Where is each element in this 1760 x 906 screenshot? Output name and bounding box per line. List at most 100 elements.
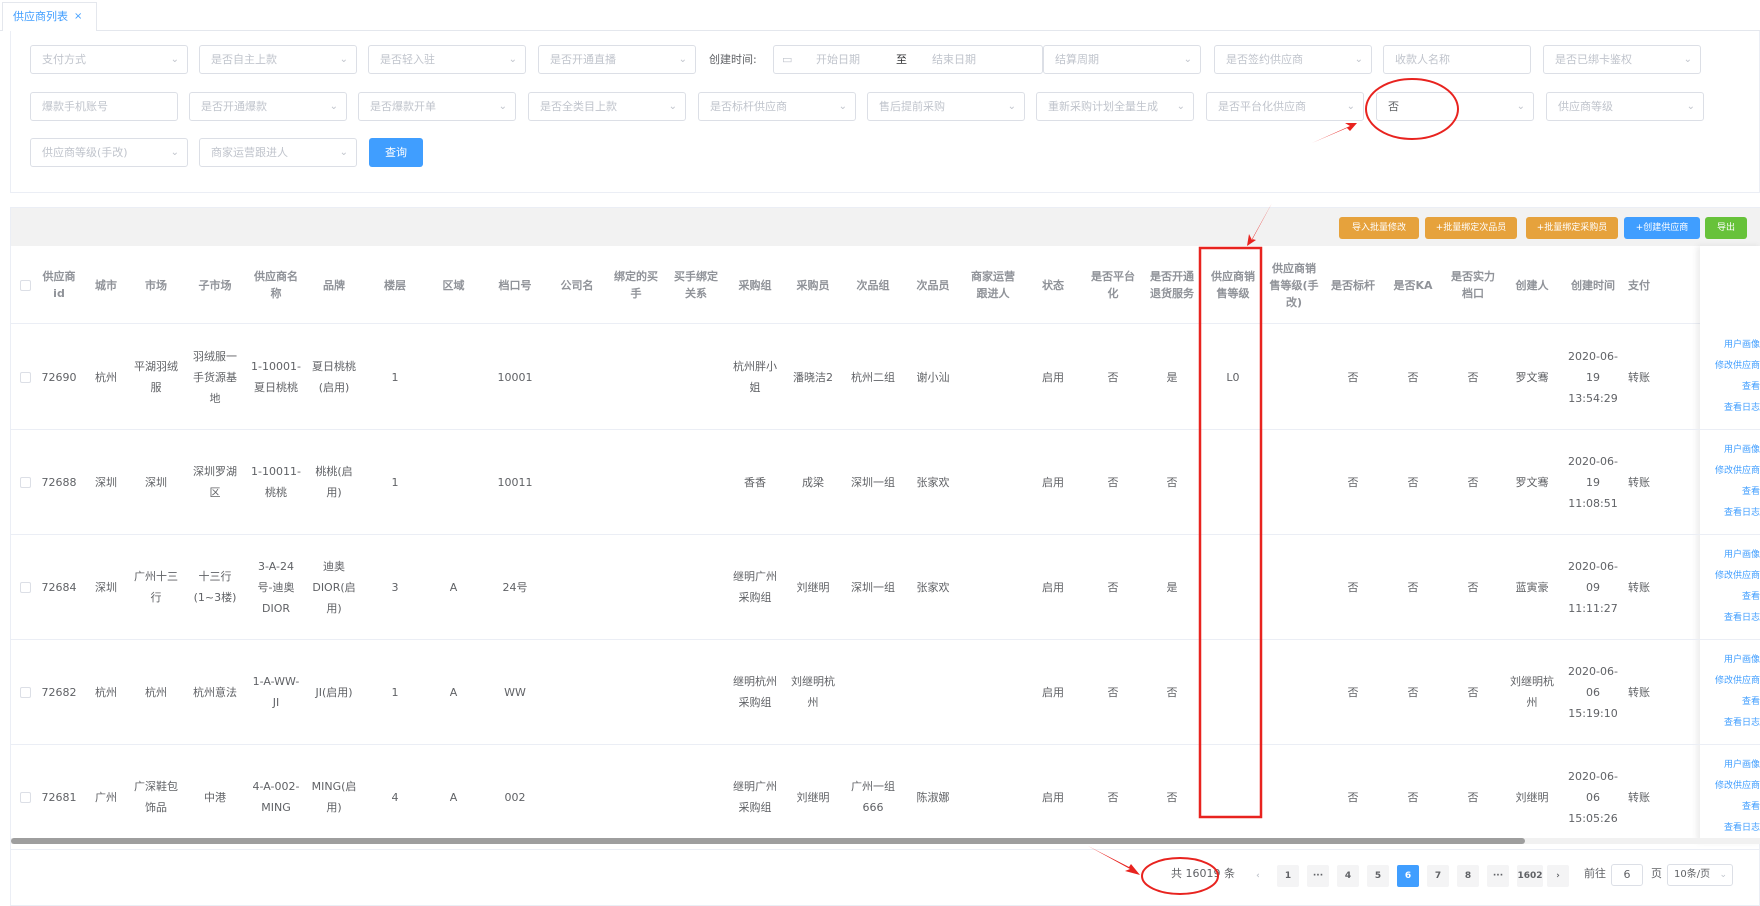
table-cell: 否 (1467, 685, 1479, 699)
filter-supplier-level-manual[interactable]: 供应商等级(手改) ⌄ (30, 138, 188, 167)
checkbox-box[interactable] (19, 279, 31, 291)
query-button[interactable]: 查询 (369, 138, 423, 167)
table-cell (667, 640, 725, 744)
filter-benchmark[interactable]: 是否标杆供应商 ⌄ (698, 92, 856, 121)
table-cell: 广州一组666 (851, 780, 895, 814)
view-link[interactable]: 查看 (1742, 484, 1760, 501)
user-portrait-link[interactable]: 用户画像 (1724, 757, 1760, 774)
user-portrait-link[interactable]: 用户画像 (1724, 442, 1760, 459)
bind-purchaser-button[interactable]: +批量绑定采购员 (1526, 217, 1618, 239)
filter-platform-supplier[interactable]: 是否平台化供应商 ⌄ (1206, 92, 1364, 121)
table-cell: 转账 (1628, 685, 1650, 699)
edit-supplier-link[interactable]: 修改供应商 (1715, 463, 1760, 480)
tab-supplier-list[interactable]: 供应商列表 × (2, 2, 97, 31)
page-button[interactable]: 6 (1397, 865, 1419, 887)
row-checkbox[interactable] (15, 535, 35, 639)
view-link[interactable]: 查看 (1742, 379, 1760, 396)
filter-hot-enabled[interactable]: 是否开通爆款 ⌄ (189, 92, 347, 121)
row-checkbox[interactable] (15, 325, 35, 429)
user-portrait-link[interactable]: 用户画像 (1724, 547, 1760, 564)
edit-supplier-link[interactable]: 修改供应商 (1715, 568, 1760, 585)
page-size-select[interactable]: 10条/页 ⌄ (1667, 864, 1733, 886)
view-log-link[interactable]: 查看日志 (1724, 505, 1760, 522)
filter-payee-name[interactable]: 收款人名称 (1383, 45, 1531, 74)
filter-return-service[interactable]: 否 ⌄ (1376, 92, 1534, 121)
checkbox-box[interactable] (19, 791, 31, 803)
column-header: 是否实力档口 (1451, 270, 1495, 300)
row-checkbox[interactable] (15, 430, 35, 534)
create-supplier-button[interactable]: +创建供应商 (1624, 217, 1700, 239)
next-page-button[interactable]: › (1547, 865, 1569, 887)
create-time-range[interactable]: ▭ 开始日期 至 结束日期 (773, 45, 1043, 74)
checkbox-box[interactable] (19, 476, 31, 488)
table-cell (964, 430, 1022, 534)
bind-defect-staff-button[interactable]: +批量绑定次品员 (1425, 217, 1517, 239)
view-link[interactable]: 查看 (1742, 589, 1760, 606)
filter-signed-supplier[interactable]: 是否签约供应商 ⌄ (1214, 45, 1372, 74)
checkbox-box[interactable] (19, 371, 31, 383)
table-row[interactable]: 72682 杭州 杭州 杭州意法 1-A-WW-JI JI(启用) 1 A WW 继明杭州采购组刘… (11, 640, 1760, 745)
import-batch-button[interactable]: 导入批量修改 (1339, 217, 1419, 239)
page-button[interactable]: 7 (1427, 865, 1449, 887)
table-cell (1264, 325, 1324, 429)
view-log-link[interactable]: 查看日志 (1724, 820, 1760, 837)
date-start-input[interactable]: 开始日期 (816, 46, 860, 73)
close-icon[interactable]: × (74, 3, 82, 31)
horizontal-scrollbar-thumb[interactable] (11, 838, 1525, 844)
prev-page-button[interactable]: ‹ (1247, 865, 1269, 887)
chevron-down-icon: ⌄ (1176, 101, 1185, 112)
table-cell: 广州 (95, 790, 117, 804)
page-button[interactable]: 5 (1367, 865, 1389, 887)
table-cell: 张家欢 (916, 475, 950, 489)
edit-supplier-link[interactable]: 修改供应商 (1715, 673, 1760, 690)
table-row[interactable]: 72690 杭州 平湖羽绒服 羽绒服一手货源基地 1-10001-夏日桃桃 夏日桃桃(启用… (11, 325, 1760, 430)
view-link[interactable]: 查看 (1742, 799, 1760, 816)
view-log-link[interactable]: 查看日志 (1724, 715, 1760, 732)
row-checkbox[interactable] (15, 745, 35, 849)
table-cell: 刘继明杭州 (1510, 675, 1554, 709)
table-row[interactable]: 72681 广州 广深鞋包饰品 中港 4-A-002-MING MING(启用) 4 A 002… (11, 745, 1760, 850)
table-row[interactable]: 72688 深圳 深圳 深圳罗湖区 1-10011-桃桃 桃桃(启用) 1 10011 香香 成梁… (11, 430, 1760, 535)
filter-hot-order[interactable]: 是否爆款开单 ⌄ (358, 92, 516, 121)
table-cell: 继明杭州采购组 (733, 675, 777, 709)
filter-self-listing[interactable]: 是否自主上款 ⌄ (199, 45, 357, 74)
table-cell: 成梁 (802, 475, 824, 489)
table-cell: 10011 (497, 475, 533, 489)
filter-repurchase-plan[interactable]: 重新采购计划全量生成 ⌄ (1036, 92, 1194, 121)
filter-supplier-level[interactable]: 供应商等级 ⌄ (1546, 92, 1704, 121)
filter-all-category[interactable]: 是否全类目上款 ⌄ (528, 92, 686, 121)
checkbox-box[interactable] (19, 686, 31, 698)
filter-payment-method[interactable]: 支付方式 ⌄ (30, 45, 188, 74)
filter-card-auth[interactable]: 是否已绑卡鉴权 ⌄ (1543, 45, 1701, 74)
edit-supplier-link[interactable]: 修改供应商 (1715, 358, 1760, 375)
view-log-link[interactable]: 查看日志 (1724, 400, 1760, 417)
filter-light-onboard[interactable]: 是否轻入驻 ⌄ (368, 45, 526, 74)
goto-page-input[interactable]: 6 (1611, 864, 1643, 886)
filter-aftersale-purchase[interactable]: 售后提前采购 ⌄ (867, 92, 1025, 121)
export-button[interactable]: 导出 (1705, 217, 1747, 239)
page-button[interactable]: 8 (1457, 865, 1479, 887)
view-link[interactable]: 查看 (1742, 694, 1760, 711)
table-cell: 迪奥DIOR(启用) (312, 559, 356, 615)
filter-ops-follower[interactable]: 商家运营跟进人 ⌄ (199, 138, 357, 167)
view-log-link[interactable]: 查看日志 (1724, 610, 1760, 627)
filter-live-stream[interactable]: 是否开通直播 ⌄ (538, 45, 696, 74)
filter-placeholder: 是否开通爆款 (201, 100, 267, 113)
page-button[interactable]: 1 (1277, 865, 1299, 887)
filter-hot-phone[interactable]: 爆款手机账号 (30, 92, 178, 121)
table-row[interactable]: 72684 深圳 广州十三行 十三行(1~3楼) 3-A-24号-迪奥DIOR 迪奥DIO… (11, 535, 1760, 640)
date-end-input[interactable]: 结束日期 (932, 46, 976, 73)
select-all-checkbox[interactable] (15, 246, 35, 324)
user-portrait-link[interactable]: 用户画像 (1724, 652, 1760, 669)
page-ellipsis[interactable]: ··· (1307, 865, 1329, 887)
table-cell (1204, 430, 1262, 534)
row-checkbox[interactable] (15, 640, 35, 744)
page-button[interactable]: 1602 (1517, 865, 1543, 887)
checkbox-box[interactable] (19, 581, 31, 593)
page-button[interactable]: 4 (1337, 865, 1359, 887)
table-cell: WW (504, 685, 526, 699)
user-portrait-link[interactable]: 用户画像 (1724, 337, 1760, 354)
page-ellipsis[interactable]: ··· (1487, 865, 1509, 887)
edit-supplier-link[interactable]: 修改供应商 (1715, 778, 1760, 795)
filter-settlement-cycle[interactable]: 结算周期 ⌄ (1043, 45, 1201, 74)
